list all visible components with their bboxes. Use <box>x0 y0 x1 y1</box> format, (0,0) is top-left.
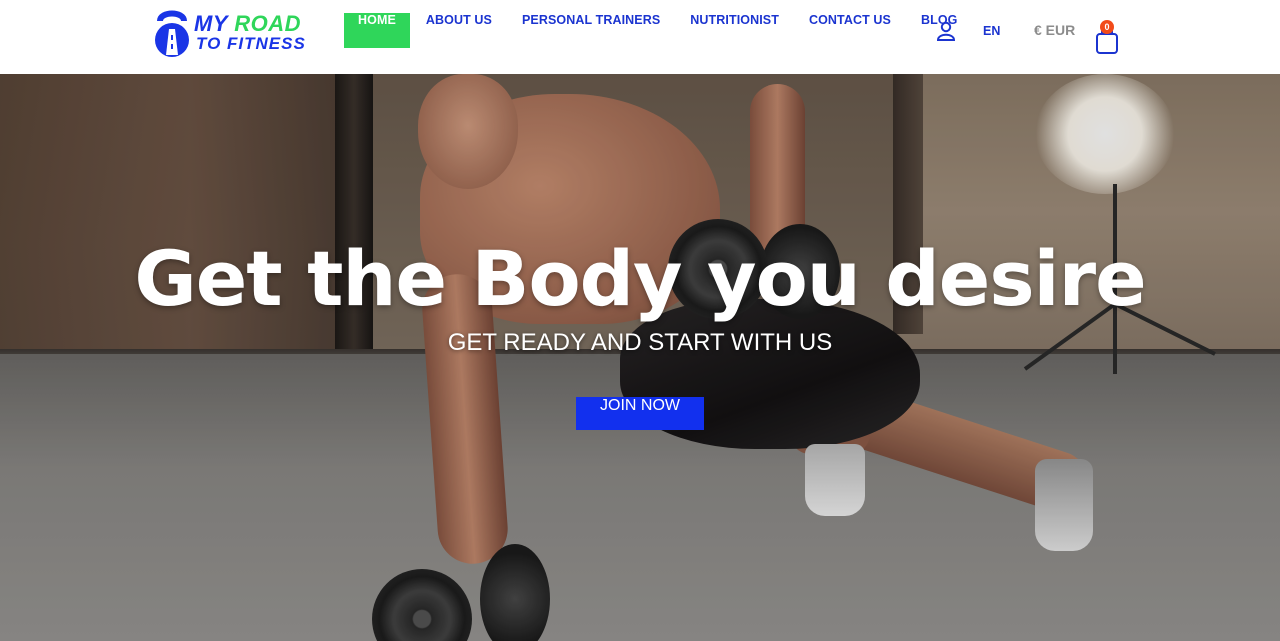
cart-count-badge: 0 <box>1100 20 1114 34</box>
main-nav: HOME ABOUT US PERSONAL TRAINERS NUTRITIO… <box>344 13 974 48</box>
hero-subtitle: GET READY AND START WITH US <box>447 329 833 356</box>
nav-personal-trainers[interactable]: PERSONAL TRAINERS <box>508 13 674 48</box>
hero-banner: Get the Body you desire GET READY AND ST… <box>0 74 1280 641</box>
join-now-button[interactable]: JOIN NOW <box>576 397 704 430</box>
currency-switcher[interactable]: € EUR <box>1034 22 1075 38</box>
site-header: MY ROAD TO FITNESS HOME ABOUT US PERSONA… <box>0 0 1280 74</box>
user-icon[interactable] <box>936 21 956 41</box>
language-switcher[interactable]: EN <box>983 24 1000 38</box>
kettlebell-logo-icon <box>155 10 189 57</box>
nav-home[interactable]: HOME <box>344 13 410 48</box>
site-logo[interactable]: MY ROAD TO FITNESS <box>150 7 325 59</box>
hero-overlay <box>0 74 1280 641</box>
logo-line2: TO FITNESS <box>196 34 306 53</box>
nav-nutritionist[interactable]: NUTRITIONIST <box>676 13 793 48</box>
nav-about-us[interactable]: ABOUT US <box>412 13 506 48</box>
hero-title: Get the Body you desire <box>134 234 1146 323</box>
nav-contact-us[interactable]: CONTACT US <box>795 13 905 48</box>
